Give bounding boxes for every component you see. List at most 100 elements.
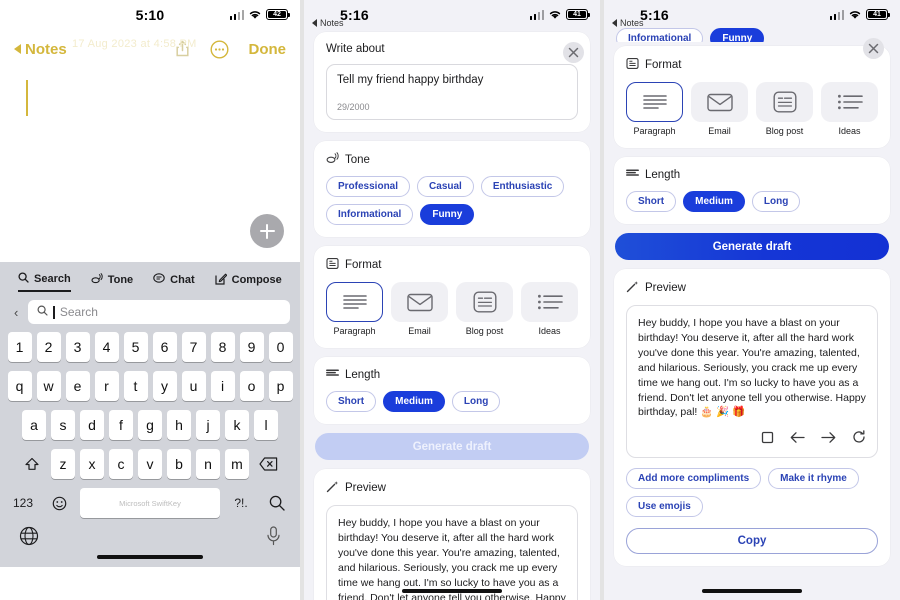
generate-draft-button[interactable]: Generate draft [315,433,589,460]
format-option-label: Email [408,326,431,336]
stop-icon[interactable] [761,431,774,449]
key-h[interactable]: h [167,410,191,440]
keyboard-tab-search[interactable]: Search [18,272,71,292]
format-icon [626,57,639,73]
length-chip-short[interactable]: Short [626,191,677,212]
numbers-key[interactable]: 123 [8,488,38,518]
format-option-label: Email [708,126,731,136]
length-chip-group: Short Medium Long [326,391,578,412]
key-5[interactable]: 5 [123,332,148,362]
length-chip-medium[interactable]: Medium [383,391,445,412]
key-o[interactable]: o [239,371,264,401]
globe-icon[interactable] [19,526,39,551]
arrow-left-icon[interactable] [790,431,805,449]
length-chip-medium[interactable]: Medium [683,191,745,212]
format-option-email[interactable]: Email [391,282,448,336]
tone-chip-enthusiastic[interactable]: Enthusiastic [480,176,565,197]
more-options-icon[interactable] [209,39,229,59]
shift-key[interactable] [18,449,46,479]
keyboard-tab-chat[interactable]: Chat [153,273,195,291]
tone-chip-funny[interactable]: Funny [420,204,475,225]
key-b[interactable]: b [167,449,191,479]
key-t[interactable]: t [123,371,148,401]
key-y[interactable]: y [152,371,177,401]
suggestion-chip-add-more-compliments[interactable]: Add more compliments [626,468,762,490]
key-9[interactable]: 9 [239,332,264,362]
keyboard-keys: 1234567890 qwertyuiop asdfghjkl zxcvbnm … [0,330,300,551]
back-to-notes-button[interactable]: Notes [612,18,644,28]
key-4[interactable]: 4 [94,332,119,362]
key-r[interactable]: r [94,371,119,401]
punctuation-key[interactable]: ?!. [226,488,256,518]
format-option-paragraph[interactable]: Paragraph [626,82,683,136]
generate-draft-button[interactable]: Generate draft [615,233,889,260]
note-editing-area[interactable] [0,66,300,262]
tone-chip-casual[interactable]: Casual [417,176,474,197]
tone-chip-professional[interactable]: Professional [326,176,411,197]
length-chip-long[interactable]: Long [751,191,801,212]
suggestion-chip-make-it-rhyme[interactable]: Make it rhyme [768,468,859,490]
search-input[interactable]: Search [28,300,290,324]
key-z[interactable]: z [51,449,75,479]
suggestion-chip-use-emojis[interactable]: Use emojis [626,496,703,518]
key-0[interactable]: 0 [268,332,293,362]
back-to-notes-button[interactable]: Notes [14,41,67,58]
back-to-notes-button[interactable]: Notes [312,18,344,28]
preview-text: Hey buddy, I hope you have a blast on yo… [638,317,866,419]
key-q[interactable]: q [7,371,32,401]
length-chip-short[interactable]: Short [326,391,377,412]
arrow-right-icon[interactable] [821,431,836,449]
keyboard-tab-compose[interactable]: Compose [215,273,282,292]
key-i[interactable]: i [210,371,235,401]
emoji-key[interactable] [44,488,74,518]
key-x[interactable]: x [80,449,104,479]
key-1[interactable]: 1 [7,332,32,362]
key-u[interactable]: u [181,371,206,401]
key-w[interactable]: w [36,371,61,401]
key-c[interactable]: c [109,449,133,479]
key-k[interactable]: k [225,410,249,440]
done-button[interactable]: Done [249,41,287,58]
key-6[interactable]: 6 [152,332,177,362]
format-option-ideas[interactable]: Ideas [521,282,578,336]
microphone-icon[interactable] [266,526,281,551]
key-3[interactable]: 3 [65,332,90,362]
key-7[interactable]: 7 [181,332,206,362]
key-s[interactable]: s [51,410,75,440]
key-a[interactable]: a [22,410,46,440]
key-p[interactable]: p [268,371,293,401]
length-chip-long[interactable]: Long [451,391,501,412]
spacebar-key[interactable]: Microsoft SwiftKey [80,488,220,518]
key-l[interactable]: l [254,410,278,440]
key-g[interactable]: g [138,410,162,440]
format-option-paragraph[interactable]: Paragraph [326,282,383,336]
format-option-ideas[interactable]: Ideas [821,82,878,136]
copy-button[interactable]: Copy [626,528,878,555]
prompt-input[interactable]: Tell my friend happy birthday 29/2000 [326,64,578,120]
chevron-left-icon[interactable]: ‹ [12,305,20,320]
key-e[interactable]: e [65,371,90,401]
key-n[interactable]: n [196,449,220,479]
key-f[interactable]: f [109,410,133,440]
key-2[interactable]: 2 [36,332,61,362]
format-option-blog-post[interactable]: Blog post [756,82,813,136]
close-icon[interactable] [863,38,884,59]
key-d[interactable]: d [80,410,104,440]
keyboard-search-row: ‹ Search [0,292,300,330]
refresh-icon[interactable] [852,430,866,449]
backspace-key[interactable] [254,449,282,479]
key-m[interactable]: m [225,449,249,479]
cellular-signal-icon [529,9,544,20]
keyboard-search-key[interactable] [262,488,292,518]
tone-chip-informational[interactable]: Informational [326,204,414,225]
format-option-email[interactable]: Email [691,82,748,136]
format-option-blog-post[interactable]: Blog post [456,282,513,336]
key-8[interactable]: 8 [210,332,235,362]
add-attachment-button[interactable] [250,214,284,248]
key-j[interactable]: j [196,410,220,440]
key-v[interactable]: v [138,449,162,479]
back-button-label: Notes [620,18,644,28]
format-option-label: Ideas [838,126,861,136]
close-icon[interactable] [563,42,584,63]
keyboard-tab-tone[interactable]: Tone [91,273,133,291]
